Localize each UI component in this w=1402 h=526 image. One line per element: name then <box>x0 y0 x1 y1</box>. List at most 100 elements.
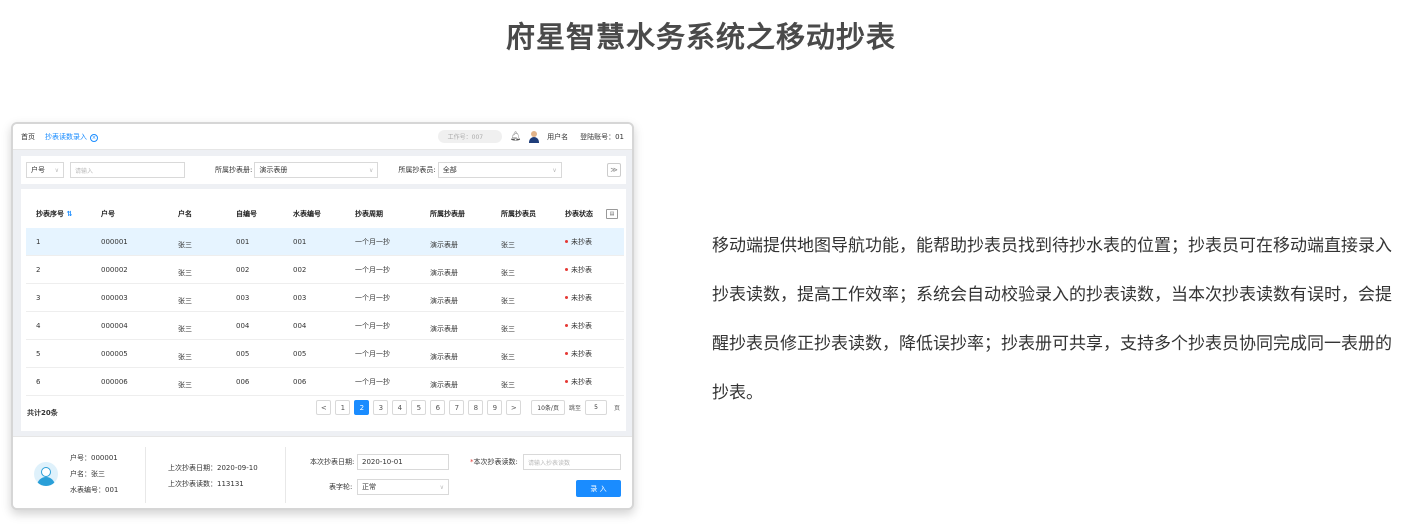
cell-name: 张三 <box>178 324 192 334</box>
chevron-down-icon: ∨ <box>439 483 444 491</box>
user-avatar-icon[interactable] <box>529 130 540 143</box>
reading-date-field[interactable]: 2020-10-01 <box>357 454 449 470</box>
cell-meter-no: 006 <box>293 378 306 386</box>
reading-value-input[interactable]: 请输入抄表读数 <box>523 454 621 470</box>
page-button[interactable]: 6 <box>430 400 446 415</box>
cell-reader: 张三 <box>501 240 515 250</box>
table-row[interactable]: 1 000001 张三 001 001 一个月一抄 演示表册 张三 未抄表 <box>26 228 624 256</box>
cell-seq: 4 <box>36 322 40 330</box>
feature-description: 移动端提供地图导航功能，能帮助抄表员找到待抄水表的位置；抄表员可在移动端直接录入… <box>712 236 1392 403</box>
dial-label: 表字轮: <box>329 483 353 491</box>
close-icon[interactable]: × <box>90 133 98 142</box>
cell-seq: 2 <box>36 266 40 274</box>
cell-name: 张三 <box>178 268 192 278</box>
cell-text: 006 <box>293 377 307 386</box>
cell-self-no: 003 <box>236 294 249 302</box>
cell-reader: 张三 <box>501 296 515 306</box>
chevron-down-icon: ∨ <box>552 166 557 174</box>
expand-filter-icon[interactable]: ≫ <box>607 163 621 177</box>
cell-text: 001 <box>236 237 250 246</box>
cell-text: 未抄表 <box>571 377 592 386</box>
header-account: 户号 <box>101 210 115 218</box>
cell-status: 未抄表 <box>565 349 592 359</box>
page-title: 府星智慧水务系统之移动抄表 <box>505 20 896 54</box>
dial-select[interactable]: 正常 ∨ <box>357 479 449 495</box>
page-button[interactable]: 4 <box>392 400 408 415</box>
cell-text: 4 <box>36 321 41 330</box>
cell-text: 001 <box>293 237 307 246</box>
page-button[interactable]: 1 <box>335 400 351 415</box>
table-row[interactable]: 6 000006 张三 006 006 一个月一抄 演示表册 张三 未抄表 <box>26 368 624 396</box>
page-button[interactable]: 5 <box>411 400 427 415</box>
cell-meter-no: 002 <box>293 266 306 274</box>
reader-select[interactable]: 全部 ∨ <box>437 162 562 178</box>
login-account: 登陆账号：01 <box>580 132 624 141</box>
table-row[interactable]: 3 000003 张三 003 003 一个月一抄 演示表册 张三 未抄表 <box>26 284 624 312</box>
workspace-pill[interactable]: 工作号：007 <box>437 130 502 143</box>
jump-label: 跳至 <box>568 405 581 412</box>
cell-text: 5 <box>36 349 41 358</box>
cell-cycle: 一个月一抄 <box>355 237 390 247</box>
status-dot-icon <box>565 296 568 299</box>
cell-book: 演示表册 <box>430 380 458 390</box>
cell-text: 张三 <box>501 325 515 333</box>
page-button[interactable]: 2 <box>354 400 370 415</box>
tab-home[interactable]: 首页 <box>21 132 35 142</box>
page-unit-label: 页 <box>613 405 620 412</box>
reader-filter-label: 所属抄表员: <box>398 166 436 174</box>
jump-input[interactable]: 5 <box>584 400 607 415</box>
cell-account: 000004 <box>101 322 128 330</box>
cell-cycle: 一个月一抄 <box>355 293 390 303</box>
tab-meter-entry[interactable]: 抄表读数录入 × <box>45 132 98 142</box>
cell-text: 000004 <box>101 321 128 330</box>
cell-name: 张三 <box>178 240 192 250</box>
cell-text: 未抄表 <box>571 321 592 330</box>
next-page-button[interactable]: > <box>506 400 522 415</box>
page-size-select[interactable]: 10条/页 <box>531 400 565 415</box>
cell-reader: 张三 <box>501 324 515 334</box>
cell-seq: 6 <box>36 378 40 386</box>
divider <box>145 447 146 503</box>
page-button[interactable]: 8 <box>468 400 484 415</box>
cell-text: 未抄表 <box>571 349 592 358</box>
cell-meter-no: 001 <box>293 238 306 246</box>
table-row[interactable]: 5 000005 张三 005 005 一个月一抄 演示表册 张三 未抄表 <box>26 340 624 368</box>
cell-text: 张三 <box>178 241 192 249</box>
status-dot-icon <box>565 268 568 271</box>
header-seq[interactable]: 抄表序号 ⇅ <box>36 209 72 219</box>
cell-text: 003 <box>236 293 250 302</box>
cell-text: 未抄表 <box>571 237 592 246</box>
table-header: 抄表序号 ⇅ 户号 户名 自编号 水表编号 抄表周期 所属抄表册 所属抄表员 抄… <box>26 200 624 228</box>
page-button[interactable]: 7 <box>449 400 465 415</box>
cell-status: 未抄表 <box>565 237 592 247</box>
cell-self-no: 004 <box>236 322 249 330</box>
header-book: 所属抄表册 <box>430 210 465 218</box>
book-select[interactable]: 演示表册 ∨ <box>254 162 379 178</box>
page-button[interactable]: 3 <box>373 400 389 415</box>
last-reading-date: 上次抄表日期：2020-09-10 <box>168 464 258 472</box>
topbar-right: 工作号：007 🔔︎ 用户名 登陆账号：01 <box>437 130 624 143</box>
cell-account: 000005 <box>101 350 128 358</box>
column-settings-icon[interactable]: ▤ <box>606 209 618 219</box>
cell-book: 演示表册 <box>430 324 458 334</box>
submit-reading-button[interactable]: 录 入 <box>576 480 621 497</box>
sort-icon[interactable]: ⇅ <box>66 210 72 218</box>
cell-meter-no: 005 <box>293 350 306 358</box>
search-input[interactable]: 请输入 <box>70 162 185 178</box>
cell-cycle: 一个月一抄 <box>355 349 390 359</box>
page-button[interactable]: 9 <box>487 400 503 415</box>
header-cycle: 抄表周期 <box>355 210 383 218</box>
cell-status: 未抄表 <box>565 293 592 303</box>
cell-self-no: 006 <box>236 378 249 386</box>
bell-icon[interactable]: 🔔︎ <box>510 132 521 142</box>
table-row[interactable]: 4 000004 张三 004 004 一个月一抄 演示表册 张三 未抄表 <box>26 312 624 340</box>
page-buttons: 123456789 <box>335 400 503 415</box>
field-select[interactable]: 户号 ∨ <box>26 162 64 178</box>
user-name: 用户名 <box>547 132 569 141</box>
header-reader: 所属抄表员 <box>501 210 536 218</box>
table-row[interactable]: 2 000002 张三 002 002 一个月一抄 演示表册 张三 未抄表 <box>26 256 624 284</box>
cell-text: 张三 <box>178 297 192 305</box>
last-reading-value: 上次抄表读数：113131 <box>168 480 244 488</box>
cell-text: 演示表册 <box>430 241 458 249</box>
prev-page-button[interactable]: < <box>316 400 332 415</box>
